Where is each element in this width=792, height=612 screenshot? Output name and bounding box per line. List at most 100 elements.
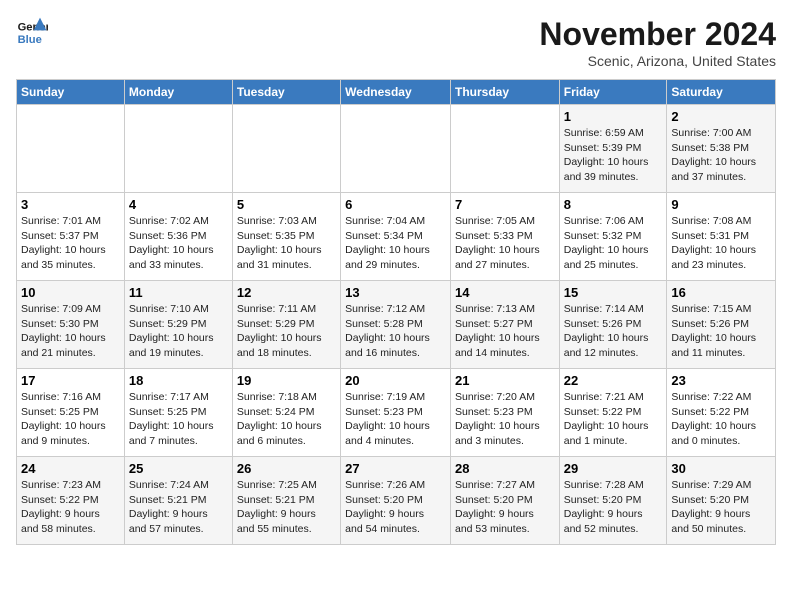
weekday-header-thursday: Thursday — [450, 80, 559, 105]
week-row-1: 1 Sunrise: 6:59 AM Sunset: 5:39 PM Daylig… — [17, 105, 776, 193]
day-info: Sunrise: 7:15 AM Sunset: 5:26 PM Dayligh… — [671, 302, 771, 361]
day-number: 30 — [671, 461, 771, 476]
day-number: 7 — [455, 197, 555, 212]
day-info: Sunrise: 7:27 AM Sunset: 5:20 PM Dayligh… — [455, 478, 555, 537]
day-info: Sunrise: 7:22 AM Sunset: 5:22 PM Dayligh… — [671, 390, 771, 449]
calendar-cell: 7 Sunrise: 7:05 AM Sunset: 5:33 PM Daylig… — [450, 193, 559, 281]
calendar-cell: 25 Sunrise: 7:24 AM Sunset: 5:21 PM Dayli… — [124, 457, 232, 545]
calendar-cell: 22 Sunrise: 7:21 AM Sunset: 5:22 PM Dayli… — [559, 369, 667, 457]
day-info: Sunrise: 7:20 AM Sunset: 5:23 PM Dayligh… — [455, 390, 555, 449]
weekday-header-friday: Friday — [559, 80, 667, 105]
day-number: 19 — [237, 373, 336, 388]
logo: General Blue — [16, 16, 48, 48]
calendar-table: SundayMondayTuesdayWednesdayThursdayFrid… — [16, 79, 776, 545]
day-info: Sunrise: 7:16 AM Sunset: 5:25 PM Dayligh… — [21, 390, 120, 449]
calendar-cell: 10 Sunrise: 7:09 AM Sunset: 5:30 PM Dayli… — [17, 281, 125, 369]
calendar-cell: 6Sunrise: 7:04 AM Sunset: 5:34 PM Daylig… — [341, 193, 451, 281]
day-info: Sunrise: 7:02 AM Sunset: 5:36 PM Dayligh… — [129, 214, 228, 273]
day-info: Sunrise: 7:21 AM Sunset: 5:22 PM Dayligh… — [564, 390, 663, 449]
calendar-cell: 9 Sunrise: 7:08 AM Sunset: 5:31 PM Daylig… — [667, 193, 776, 281]
calendar-cell: 28 Sunrise: 7:27 AM Sunset: 5:20 PM Dayli… — [450, 457, 559, 545]
day-info: Sunrise: 7:04 AM Sunset: 5:34 PM Dayligh… — [345, 214, 446, 273]
calendar-cell: 20 Sunrise: 7:19 AM Sunset: 5:23 PM Dayli… — [341, 369, 451, 457]
day-number: 13 — [345, 285, 446, 300]
day-number: 8 — [564, 197, 663, 212]
subtitle: Scenic, Arizona, United States — [539, 53, 776, 69]
day-number: 10 — [21, 285, 120, 300]
calendar-cell — [17, 105, 125, 193]
day-number: 4 — [129, 197, 228, 212]
day-number: 27 — [345, 461, 446, 476]
calendar-cell: 11Sunrise: 7:10 AM Sunset: 5:29 PM Dayli… — [124, 281, 232, 369]
calendar-cell: 30 Sunrise: 7:29 AM Sunset: 5:20 PM Dayli… — [667, 457, 776, 545]
day-number: 2 — [671, 109, 771, 124]
day-number: 3 — [21, 197, 120, 212]
day-number: 16 — [671, 285, 771, 300]
day-info: Sunrise: 7:23 AM Sunset: 5:22 PM Dayligh… — [21, 478, 120, 537]
calendar-cell: 24 Sunrise: 7:23 AM Sunset: 5:22 PM Dayli… — [17, 457, 125, 545]
calendar-cell: 23Sunrise: 7:22 AM Sunset: 5:22 PM Dayli… — [667, 369, 776, 457]
calendar-cell: 8 Sunrise: 7:06 AM Sunset: 5:32 PM Daylig… — [559, 193, 667, 281]
day-info: Sunrise: 7:05 AM Sunset: 5:33 PM Dayligh… — [455, 214, 555, 273]
day-info: Sunrise: 7:00 AM Sunset: 5:38 PM Dayligh… — [671, 126, 771, 185]
calendar-cell: 12 Sunrise: 7:11 AM Sunset: 5:29 PM Dayli… — [232, 281, 340, 369]
weekday-header-sunday: Sunday — [17, 80, 125, 105]
title-area: November 2024 Scenic, Arizona, United St… — [539, 16, 776, 69]
day-number: 29 — [564, 461, 663, 476]
weekday-header-wednesday: Wednesday — [341, 80, 451, 105]
day-info: Sunrise: 7:11 AM Sunset: 5:29 PM Dayligh… — [237, 302, 336, 361]
day-number: 25 — [129, 461, 228, 476]
svg-text:Blue: Blue — [18, 34, 42, 46]
calendar-cell: 21Sunrise: 7:20 AM Sunset: 5:23 PM Dayli… — [450, 369, 559, 457]
day-number: 5 — [237, 197, 336, 212]
day-number: 12 — [237, 285, 336, 300]
day-info: Sunrise: 7:03 AM Sunset: 5:35 PM Dayligh… — [237, 214, 336, 273]
week-row-2: 3Sunrise: 7:01 AM Sunset: 5:37 PM Daylig… — [17, 193, 776, 281]
calendar-cell: 14 Sunrise: 7:13 AM Sunset: 5:27 PM Dayli… — [450, 281, 559, 369]
calendar-cell — [341, 105, 451, 193]
calendar-cell — [450, 105, 559, 193]
day-info: Sunrise: 7:17 AM Sunset: 5:25 PM Dayligh… — [129, 390, 228, 449]
day-number: 24 — [21, 461, 120, 476]
day-info: Sunrise: 7:19 AM Sunset: 5:23 PM Dayligh… — [345, 390, 446, 449]
calendar-cell: 15Sunrise: 7:14 AM Sunset: 5:26 PM Dayli… — [559, 281, 667, 369]
calendar-cell — [232, 105, 340, 193]
week-row-4: 17 Sunrise: 7:16 AM Sunset: 5:25 PM Dayli… — [17, 369, 776, 457]
calendar-cell: 29 Sunrise: 7:28 AM Sunset: 5:20 PM Dayli… — [559, 457, 667, 545]
calendar-cell — [124, 105, 232, 193]
day-number: 22 — [564, 373, 663, 388]
day-number: 9 — [671, 197, 771, 212]
day-number: 15 — [564, 285, 663, 300]
day-info: Sunrise: 7:06 AM Sunset: 5:32 PM Dayligh… — [564, 214, 663, 273]
calendar-cell: 3Sunrise: 7:01 AM Sunset: 5:37 PM Daylig… — [17, 193, 125, 281]
calendar-cell: 1 Sunrise: 6:59 AM Sunset: 5:39 PM Daylig… — [559, 105, 667, 193]
header: General Blue November 2024 Scenic, Arizo… — [16, 16, 776, 69]
day-number: 28 — [455, 461, 555, 476]
day-number: 14 — [455, 285, 555, 300]
day-info: Sunrise: 7:24 AM Sunset: 5:21 PM Dayligh… — [129, 478, 228, 537]
week-row-5: 24 Sunrise: 7:23 AM Sunset: 5:22 PM Dayli… — [17, 457, 776, 545]
weekday-header-monday: Monday — [124, 80, 232, 105]
week-row-3: 10 Sunrise: 7:09 AM Sunset: 5:30 PM Dayli… — [17, 281, 776, 369]
weekday-header-saturday: Saturday — [667, 80, 776, 105]
day-number: 1 — [564, 109, 663, 124]
day-info: Sunrise: 7:13 AM Sunset: 5:27 PM Dayligh… — [455, 302, 555, 361]
calendar-cell: 4 Sunrise: 7:02 AM Sunset: 5:36 PM Daylig… — [124, 193, 232, 281]
calendar-cell: 5 Sunrise: 7:03 AM Sunset: 5:35 PM Daylig… — [232, 193, 340, 281]
day-info: Sunrise: 7:09 AM Sunset: 5:30 PM Dayligh… — [21, 302, 120, 361]
calendar-cell: 19Sunrise: 7:18 AM Sunset: 5:24 PM Dayli… — [232, 369, 340, 457]
day-number: 11 — [129, 285, 228, 300]
day-info: Sunrise: 6:59 AM Sunset: 5:39 PM Dayligh… — [564, 126, 663, 185]
day-number: 17 — [21, 373, 120, 388]
calendar-header: SundayMondayTuesdayWednesdayThursdayFrid… — [17, 80, 776, 105]
logo-icon: General Blue — [16, 16, 48, 48]
day-info: Sunrise: 7:28 AM Sunset: 5:20 PM Dayligh… — [564, 478, 663, 537]
day-number: 18 — [129, 373, 228, 388]
month-title: November 2024 — [539, 16, 776, 53]
day-number: 20 — [345, 373, 446, 388]
calendar-cell: 27 Sunrise: 7:26 AM Sunset: 5:20 PM Dayli… — [341, 457, 451, 545]
day-info: Sunrise: 7:26 AM Sunset: 5:20 PM Dayligh… — [345, 478, 446, 537]
calendar-cell: 17 Sunrise: 7:16 AM Sunset: 5:25 PM Dayli… — [17, 369, 125, 457]
day-info: Sunrise: 7:29 AM Sunset: 5:20 PM Dayligh… — [671, 478, 771, 537]
day-info: Sunrise: 7:08 AM Sunset: 5:31 PM Dayligh… — [671, 214, 771, 273]
